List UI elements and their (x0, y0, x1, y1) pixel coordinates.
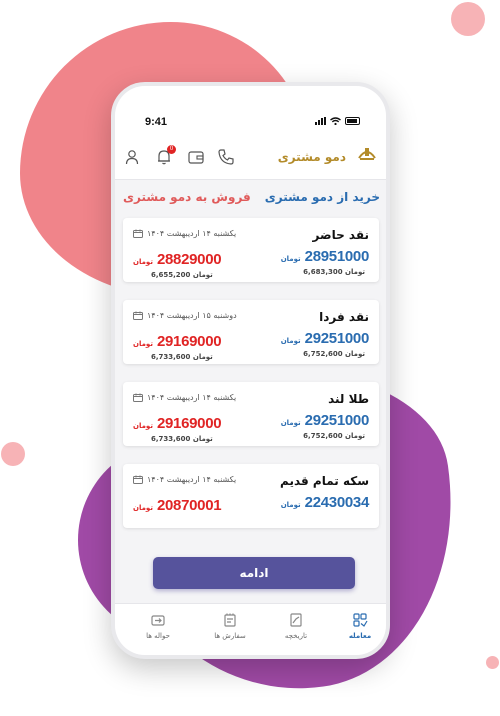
card-title: طلا لند (328, 392, 369, 406)
trade-icon (353, 613, 368, 627)
history-icon (290, 613, 302, 627)
sell-price-value: 28829000 (156, 251, 222, 268)
nav-item-remittance[interactable]: حواله ها (128, 612, 188, 640)
brand-logo-icon (358, 148, 376, 160)
brand-name: دمو مشتری (277, 150, 346, 164)
buy-price-value: 29251000 (304, 412, 370, 429)
card-title: سکه تمام قدیم (280, 474, 369, 488)
sell-price: 29169000 تومان (133, 415, 222, 432)
nav-label-history: تاریخچه (284, 632, 308, 640)
sell-price-unit: تومان (133, 422, 153, 430)
nav-item-trade[interactable]: معامله (330, 612, 386, 640)
sell-price-unit: تومان (133, 504, 153, 512)
sell-price-unit: تومان (133, 340, 153, 348)
sell-price-sub: 6,733,600 تومان (151, 435, 213, 443)
system-icons (315, 117, 360, 125)
orders-icon (224, 613, 236, 627)
buy-price-value: 28951000 (304, 248, 370, 265)
card-date: یکشنبه ۱۴ اردیبهشت ۱۴۰۴ (133, 229, 236, 238)
app-header: دمو مشتری 0 (115, 134, 386, 180)
nav-label-remittance: حواله ها (146, 632, 170, 640)
status-bar: 9:41 (115, 86, 386, 134)
sell-price: 29169000 تومان (133, 333, 222, 350)
card-date-text: دوشنبه ۱۵ اردیبهشت ۱۴۰۴ (147, 311, 237, 320)
stage: 9:41 دمو مشتری 0 خرید از دمو مشتری فروش … (0, 0, 500, 716)
sell-price-sub: 6,655,200 تومان (151, 271, 213, 279)
status-time: 9:41 (145, 116, 168, 128)
notification-badge: 0 (167, 145, 176, 154)
buy-price-unit: تومان (280, 255, 301, 263)
section-headings: خرید از دمو مشتری فروش به دمو مشتری (115, 186, 386, 210)
card-date-text: یکشنبه ۱۴ اردیبهشت ۱۴۰۴ (147, 393, 237, 402)
buy-price: 29251000 تومان (280, 330, 370, 347)
signal-icon (315, 117, 326, 125)
calendar-icon (133, 393, 143, 402)
price-card[interactable]: نقد حاضر یکشنبه ۱۴ اردیبهشت ۱۴۰۴ 2895100… (123, 218, 379, 282)
card-date: یکشنبه ۱۴ اردیبهشت ۱۴۰۴ (133, 393, 236, 402)
buy-price-value: 22430034 (304, 494, 370, 511)
decorative-dot (486, 656, 499, 669)
card-date: دوشنبه ۱۵ اردیبهشت ۱۴۰۴ (133, 311, 237, 320)
user-icon[interactable] (123, 148, 141, 166)
wallet-icon[interactable] (187, 148, 205, 166)
continue-button[interactable]: ادامه (153, 557, 355, 589)
notifications-button[interactable]: 0 (155, 145, 176, 166)
sell-section-title: فروش به دمو مشتری (123, 190, 251, 204)
buy-price: 28951000 تومان (280, 248, 370, 265)
card-date: یکشنبه ۱۴ اردیبهشت ۱۴۰۴ (133, 475, 236, 484)
sell-price-unit: تومان (133, 258, 153, 266)
card-date-text: یکشنبه ۱۴ اردیبهشت ۱۴۰۴ (147, 475, 237, 484)
card-date-text: یکشنبه ۱۴ اردیبهشت ۱۴۰۴ (147, 229, 237, 238)
buy-price-unit: تومان (280, 419, 301, 427)
decorative-dot (451, 2, 485, 36)
remittance-icon (151, 615, 165, 626)
nav-label-trade: معامله (348, 632, 372, 640)
decorative-dot (1, 442, 25, 466)
nav-label-orders: سفارش ها (214, 632, 246, 640)
buy-section-title: خرید از دمو مشتری (264, 190, 380, 204)
price-card[interactable]: نقد فردا دوشنبه ۱۵ اردیبهشت ۱۴۰۴ 2925100… (123, 300, 379, 364)
sell-price: 28829000 تومان (133, 251, 222, 268)
buy-price: 22430034 تومان (280, 494, 370, 511)
calendar-icon (133, 311, 143, 320)
buy-price-sub: 6,752,600 تومان (303, 350, 365, 358)
wifi-icon (330, 117, 341, 125)
calendar-icon (133, 475, 143, 484)
nav-item-orders[interactable]: سفارش ها (200, 612, 260, 640)
battery-icon (345, 117, 360, 125)
price-card[interactable]: طلا لند یکشنبه ۱۴ اردیبهشت ۱۴۰۴ 29251000… (123, 382, 379, 446)
sell-price: 20870001 تومان (133, 497, 222, 514)
buy-price-sub: 6,752,600 تومان (303, 432, 365, 440)
nav-item-history[interactable]: تاریخچه (266, 612, 326, 640)
bottom-nav: معامله تاریخچه سفارش ها حواله ها (115, 603, 386, 655)
phone-icon[interactable] (217, 148, 235, 166)
buy-price: 29251000 تومان (280, 412, 370, 429)
sell-price-value: 29169000 (156, 415, 222, 432)
sell-price-value: 29169000 (156, 333, 222, 350)
phone-frame: 9:41 دمو مشتری 0 خرید از دمو مشتری فروش … (111, 82, 390, 659)
price-card[interactable]: سکه تمام قدیم یکشنبه ۱۴ اردیبهشت ۱۴۰۴ 22… (123, 464, 379, 528)
buy-price-unit: تومان (280, 501, 301, 509)
calendar-icon (133, 229, 143, 238)
sell-price-value: 20870001 (156, 497, 222, 514)
buy-price-unit: تومان (280, 337, 301, 345)
sell-price-sub: 6,733,600 تومان (151, 353, 213, 361)
buy-price-sub: 6,683,300 تومان (303, 268, 365, 276)
buy-price-value: 29251000 (304, 330, 370, 347)
card-title: نقد حاضر (312, 228, 369, 242)
card-title: نقد فردا (319, 310, 369, 324)
